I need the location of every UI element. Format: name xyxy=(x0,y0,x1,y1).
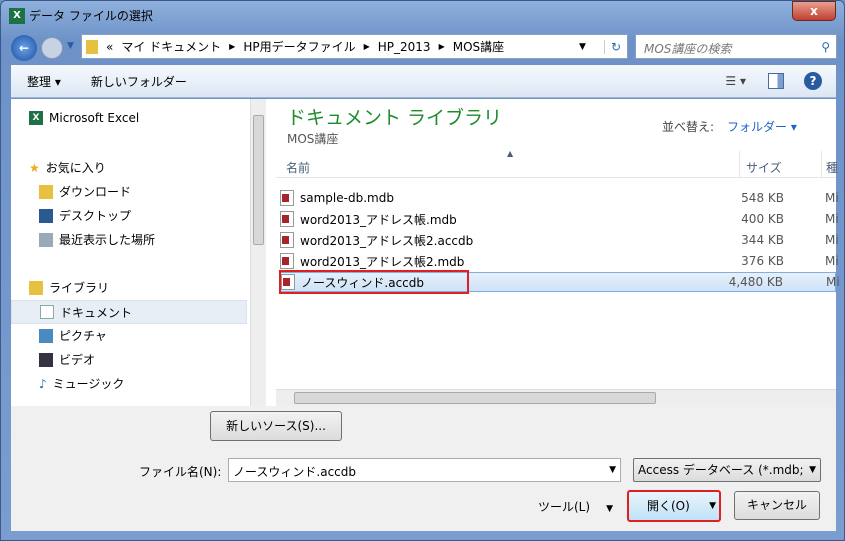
mdb-file-icon xyxy=(280,253,294,269)
preview-pane-icon[interactable] xyxy=(768,73,784,89)
new-folder-button[interactable]: 新しいフォルダー xyxy=(91,73,187,90)
search-input[interactable]: MOS講座の検索 ⚲ xyxy=(635,34,837,59)
breadcrumb-item[interactable]: マイ ドキュメント xyxy=(121,38,221,55)
sort-dropdown[interactable]: フォルダー ▾ xyxy=(727,118,797,135)
highlight-box xyxy=(279,270,469,294)
column-header: 名前 ▲ サイズ 種 xyxy=(276,149,838,178)
column-name[interactable]: 名前 xyxy=(286,159,310,176)
filename-label: ファイル名(N): xyxy=(139,465,222,479)
star-icon: ★ xyxy=(29,160,40,175)
file-row[interactable]: word2013_アドレス帳2.accdb 344 KB Mi xyxy=(280,230,839,250)
nav-item-documents[interactable]: ドキュメント xyxy=(11,300,247,324)
sort-ascending-icon: ▲ xyxy=(507,149,514,158)
file-dialog: X データ ファイルの選択 x ← ▼ « マイ ドキュメント ▶ HP用データフ… xyxy=(0,0,845,541)
mdb-file-icon xyxy=(280,211,294,227)
open-button[interactable]: 開く(O) ▼ xyxy=(627,490,721,522)
scroll-thumb[interactable] xyxy=(253,115,264,245)
view-options-icon[interactable]: ☰ ▾ xyxy=(725,74,746,88)
nav-libraries[interactable]: ライブラリ xyxy=(29,279,109,296)
excel-icon: X xyxy=(29,111,43,125)
close-button[interactable]: x xyxy=(792,1,836,21)
column-size[interactable]: サイズ xyxy=(739,151,788,177)
chevron-down-icon[interactable]: ▼ xyxy=(609,465,616,475)
address-bar[interactable]: « マイ ドキュメント ▶ HP用データファイル ▶ HP_2013 ▶ MOS講座 … xyxy=(81,34,628,59)
address-dropdown-icon[interactable]: ▼ xyxy=(579,42,586,52)
file-row[interactable]: sample-db.mdb 548 KB Mi xyxy=(280,188,839,208)
column-type[interactable]: 種 xyxy=(821,151,842,177)
documents-icon xyxy=(40,305,54,319)
file-list-pane: ドキュメント ライブラリ MOS講座 並べ替え: フォルダー ▾ 名前 ▲ サイ… xyxy=(276,99,840,406)
nav-item-pictures[interactable]: ピクチャ xyxy=(39,327,107,344)
organize-button[interactable]: 整理 ▾ xyxy=(27,73,61,90)
chevron-down-icon: ▼ xyxy=(809,465,816,475)
library-icon xyxy=(29,280,43,295)
nav-scrollbar[interactable] xyxy=(250,99,266,406)
file-type-select[interactable]: Access データベース (*.mdb; ▼ xyxy=(633,458,821,482)
breadcrumb-overflow[interactable]: « xyxy=(106,40,113,54)
accdb-file-icon xyxy=(280,232,294,248)
new-source-button[interactable]: 新しいソース(S)... xyxy=(210,411,342,441)
videos-icon xyxy=(39,352,53,367)
excel-icon: X xyxy=(9,7,25,24)
accdb-file-icon xyxy=(281,274,295,290)
nav-item-excel[interactable]: X Microsoft Excel xyxy=(29,111,139,125)
mdb-file-icon xyxy=(280,190,294,206)
nav-item-desktop[interactable]: デスクトップ xyxy=(39,207,131,224)
nav-favorites[interactable]: ★ お気に入り xyxy=(29,159,106,176)
sort-label: 並べ替え: xyxy=(662,120,715,134)
horizontal-scrollbar[interactable] xyxy=(276,389,836,406)
forward-button[interactable] xyxy=(41,37,63,59)
nav-item-recent[interactable]: 最近表示した場所 xyxy=(39,231,155,248)
file-row-selected[interactable]: ノースウィンド.accdb 4,480 KB Mi xyxy=(279,270,840,294)
cancel-button[interactable]: キャンセル xyxy=(734,491,820,520)
recent-places-icon xyxy=(39,232,53,247)
breadcrumb-item[interactable]: MOS講座 xyxy=(453,38,504,55)
desktop-icon xyxy=(39,208,53,223)
breadcrumb-item[interactable]: HP_2013 xyxy=(378,40,431,54)
music-icon: ♪ xyxy=(39,376,47,391)
nav-item-videos[interactable]: ビデオ xyxy=(39,351,95,368)
breadcrumb-item[interactable]: HP用データファイル xyxy=(243,38,355,55)
file-row[interactable]: word2013_アドレス帳.mdb 400 KB Mi xyxy=(280,209,839,229)
window-title: データ ファイルの選択 xyxy=(29,9,153,23)
browser-area: X Microsoft Excel ★ お気に入り ダウンロード デスクトップ 最近… xyxy=(11,99,840,406)
navigation-pane: X Microsoft Excel ★ お気に入り ダウンロード デスクトップ 最近… xyxy=(11,99,250,406)
help-icon[interactable]: ? xyxy=(804,72,822,90)
history-dropdown-icon[interactable]: ▼ xyxy=(67,41,74,51)
back-button[interactable]: ← xyxy=(11,35,37,61)
refresh-icon[interactable]: ↻ xyxy=(603,39,627,54)
downloads-icon xyxy=(39,184,53,199)
filename-input[interactable]: ノースウィンド.accdb ▼ xyxy=(228,458,621,482)
search-icon: ⚲ xyxy=(821,40,830,54)
toolbar: 整理 ▾ 新しいフォルダー ☰ ▾ ? xyxy=(11,65,836,98)
title-bar: X データ ファイルの選択 xyxy=(9,7,153,24)
pictures-icon xyxy=(39,328,53,343)
library-subtitle: MOS講座 xyxy=(287,132,339,146)
nav-item-downloads[interactable]: ダウンロード xyxy=(39,183,131,200)
nav-item-music[interactable]: ♪ ミュージック xyxy=(39,375,124,392)
file-row[interactable]: word2013_アドレス帳2.mdb 376 KB Mi xyxy=(280,251,839,271)
chevron-down-icon[interactable]: ▼ xyxy=(709,492,716,520)
dialog-footer: 新しいソース(S)... ファイル名(N): ノースウィンド.accdb ▼ Ac… xyxy=(11,406,836,531)
library-title: ドキュメント ライブラリ xyxy=(287,107,503,129)
folder-icon xyxy=(86,39,98,54)
tools-menu[interactable]: ツール(L) ▼ xyxy=(538,498,613,515)
scroll-thumb[interactable] xyxy=(294,392,656,404)
